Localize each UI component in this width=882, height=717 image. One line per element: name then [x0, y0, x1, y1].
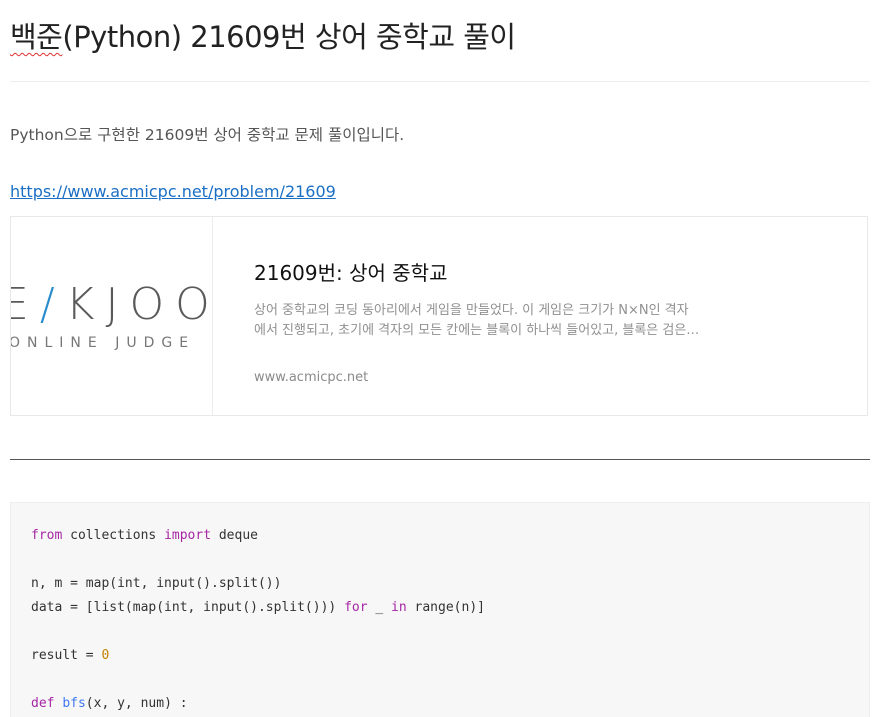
code-text: deque	[211, 528, 258, 543]
code-text: (x, y, num) :	[85, 696, 188, 711]
card-description: 상어 중학교의 코딩 동아리에서 게임을 만들었다. 이 게임은 크기가 N×N…	[254, 301, 724, 341]
baekjoon-logo: E/KJOO	[11, 283, 212, 327]
code-text: _	[367, 600, 392, 615]
card-description-line: 상어 중학교의 코딩 동아리에서 게임을 만들었다. 이 게임은 크기가 N×N…	[254, 303, 689, 318]
card-title[interactable]: 21609번: 상어 중학교	[254, 257, 447, 286]
code-text: result =	[31, 648, 102, 663]
intro-paragraph: Python으로 구현한 21609번 상어 중학교 문제 풀이입니다.	[10, 126, 405, 144]
code-function-name: bfs	[62, 696, 86, 711]
code-line: from collections import deque	[31, 524, 869, 548]
code-number: 0	[101, 648, 110, 663]
code-line: result = 0	[31, 644, 869, 668]
title-divider	[10, 81, 870, 82]
logo-slash: /	[39, 279, 66, 330]
problem-link[interactable]: https://www.acmicpc.net/problem/21609	[10, 182, 336, 201]
code-keyword: for	[344, 600, 368, 615]
code-keyword: from	[31, 528, 63, 543]
horizontal-rule	[10, 459, 870, 460]
card-description-line: 에서 진행되고, 초기에 격자의 모든 칸에는 블록이 하나씩 들어있고, 블록…	[254, 323, 700, 338]
card-body[interactable]: 21609번: 상어 중학교 상어 중학교의 코딩 동아리에서 게임을 만들었다…	[213, 217, 867, 415]
logo-subtitle: ONLINE JUDGE	[11, 335, 196, 351]
code-block[interactable]: from collections import deque n, m = map…	[10, 502, 870, 717]
title-spellcheck-word: 백준	[10, 20, 63, 54]
logo-text-left: E	[11, 279, 40, 330]
card-thumbnail[interactable]: E/KJOO ONLINE JUDGE	[11, 217, 213, 415]
title-text: (Python) 21609번 상어 중학교 풀이	[62, 20, 516, 54]
card-host: www.acmicpc.net	[254, 370, 369, 385]
code-keyword: import	[164, 528, 212, 543]
page-title: 백준(Python) 21609번 상어 중학교 풀이	[10, 14, 516, 56]
link-preview-card[interactable]: E/KJOO ONLINE JUDGE 21609번: 상어 중학교 상어 중학…	[10, 216, 868, 416]
code-text: range(n)]	[406, 600, 485, 615]
logo-text-right: KJOO	[65, 279, 213, 330]
code-text: collections	[62, 528, 165, 543]
code-line: n, m = map(int, input().split())	[31, 576, 282, 591]
code-keyword: in	[391, 600, 407, 615]
code-keyword: def	[31, 696, 55, 711]
code-text: data = [list(map(int, input().split()))	[31, 600, 345, 615]
code-line: def bfs(x, y, num) :	[31, 692, 869, 716]
code-line: data = [list(map(int, input().split())) …	[31, 596, 869, 620]
